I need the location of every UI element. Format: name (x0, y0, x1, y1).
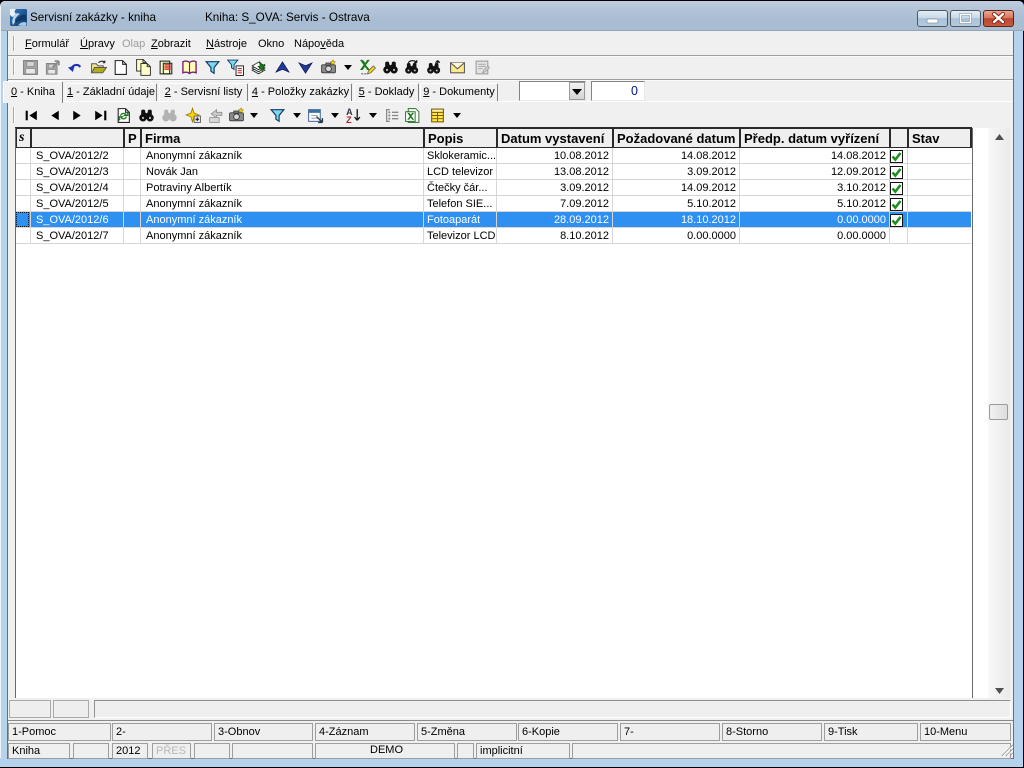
svg-text:Z: Z (346, 115, 352, 124)
